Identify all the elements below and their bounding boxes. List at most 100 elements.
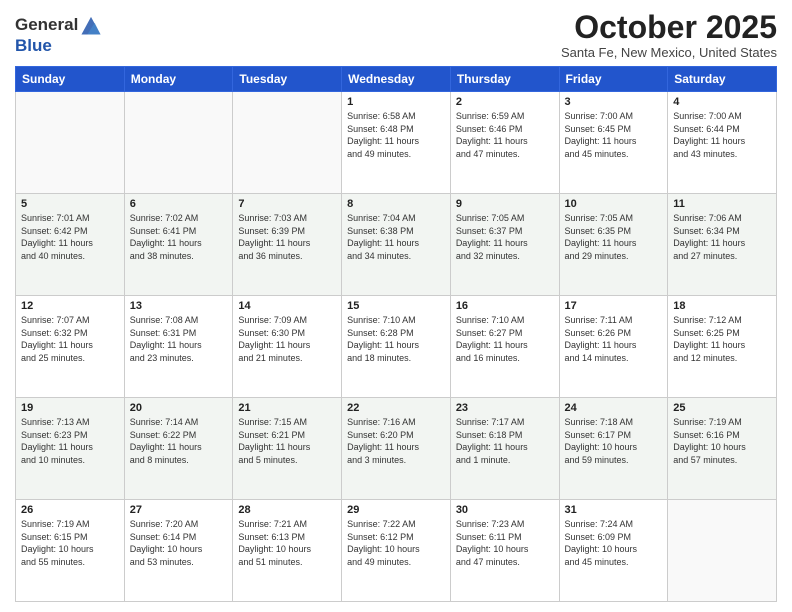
calendar-cell-1-1 [16, 92, 125, 194]
calendar-cell-1-6: 3Sunrise: 7:00 AM Sunset: 6:45 PM Daylig… [559, 92, 668, 194]
day-info: Sunrise: 7:10 AM Sunset: 6:27 PM Dayligh… [456, 314, 554, 364]
weekday-header-row: SundayMondayTuesdayWednesdayThursdayFrid… [16, 67, 777, 92]
day-number: 12 [21, 300, 119, 312]
day-info: Sunrise: 7:09 AM Sunset: 6:30 PM Dayligh… [238, 314, 336, 364]
logo-icon [80, 14, 102, 36]
day-number: 28 [238, 504, 336, 516]
day-info: Sunrise: 7:17 AM Sunset: 6:18 PM Dayligh… [456, 416, 554, 466]
weekday-header-saturday: Saturday [668, 67, 777, 92]
calendar-cell-5-1: 26Sunrise: 7:19 AM Sunset: 6:15 PM Dayli… [16, 500, 125, 602]
day-info: Sunrise: 7:11 AM Sunset: 6:26 PM Dayligh… [565, 314, 663, 364]
calendar-cell-1-7: 4 Sunrise: 7:00 AM Sunset: 6:44 PM Daylig… [668, 92, 777, 194]
day-number: 11 [673, 198, 771, 210]
calendar-cell-1-2 [124, 92, 233, 194]
day-number: 15 [347, 300, 445, 312]
calendar-cell-4-4: 22 Sunrise: 7:16 AM Sunset: 6:20 PM Dayli… [342, 398, 451, 500]
day-info: Sunrise: 7:05 AM Sunset: 6:37 PM Dayligh… [456, 212, 554, 262]
calendar-cell-2-5: 9 Sunrise: 7:05 AM Sunset: 6:37 PM Daylig… [450, 194, 559, 296]
day-info: Sunrise: 7:07 AM Sunset: 6:32 PM Dayligh… [21, 314, 119, 364]
day-number: 24 [565, 402, 663, 414]
weekday-header-wednesday: Wednesday [342, 67, 451, 92]
day-info: Sunrise: 7:01 AM Sunset: 6:42 PM Dayligh… [21, 212, 119, 262]
calendar-cell-4-1: 19 Sunrise: 7:13 AM Sunset: 6:23 PM Dayli… [16, 398, 125, 500]
calendar-cell-1-3 [233, 92, 342, 194]
calendar-week-row-5: 26Sunrise: 7:19 AM Sunset: 6:15 PM Dayli… [16, 500, 777, 602]
day-info: Sunrise: 7:20 AM Sunset: 6:14 PM Dayligh… [130, 518, 228, 568]
day-info: Sunrise: 7:10 AM Sunset: 6:28 PM Dayligh… [347, 314, 445, 364]
day-number: 23 [456, 402, 554, 414]
day-number: 18 [673, 300, 771, 312]
day-info: Sunrise: 7:12 AM Sunset: 6:25 PM Dayligh… [673, 314, 771, 364]
calendar-cell-2-4: 8 Sunrise: 7:04 AM Sunset: 6:38 PM Daylig… [342, 194, 451, 296]
calendar-cell-4-7: 25Sunrise: 7:19 AM Sunset: 6:16 PM Dayli… [668, 398, 777, 500]
day-info: Sunrise: 7:02 AM Sunset: 6:41 PM Dayligh… [130, 212, 228, 262]
day-number: 25 [673, 402, 771, 414]
day-info: Sunrise: 7:22 AM Sunset: 6:12 PM Dayligh… [347, 518, 445, 568]
calendar-cell-3-2: 13Sunrise: 7:08 AM Sunset: 6:31 PM Dayli… [124, 296, 233, 398]
calendar-cell-4-3: 21 Sunrise: 7:15 AM Sunset: 6:21 PM Dayli… [233, 398, 342, 500]
day-info: Sunrise: 7:00 AM Sunset: 6:44 PM Dayligh… [673, 110, 771, 160]
day-number: 26 [21, 504, 119, 516]
day-number: 31 [565, 504, 663, 516]
calendar-cell-1-4: 1Sunrise: 6:58 AM Sunset: 6:48 PM Daylig… [342, 92, 451, 194]
calendar-cell-5-5: 30 Sunrise: 7:23 AM Sunset: 6:11 PM Dayli… [450, 500, 559, 602]
calendar-cell-1-5: 2Sunrise: 6:59 AM Sunset: 6:46 PM Daylig… [450, 92, 559, 194]
weekday-header-monday: Monday [124, 67, 233, 92]
day-info: Sunrise: 7:21 AM Sunset: 6:13 PM Dayligh… [238, 518, 336, 568]
day-number: 17 [565, 300, 663, 312]
day-info: Sunrise: 7:15 AM Sunset: 6:21 PM Dayligh… [238, 416, 336, 466]
day-number: 4 [673, 96, 771, 108]
day-number: 14 [238, 300, 336, 312]
day-info: Sunrise: 7:13 AM Sunset: 6:23 PM Dayligh… [21, 416, 119, 466]
day-number: 19 [21, 402, 119, 414]
day-info: Sunrise: 7:05 AM Sunset: 6:35 PM Dayligh… [565, 212, 663, 262]
calendar-cell-5-3: 28 Sunrise: 7:21 AM Sunset: 6:13 PM Dayli… [233, 500, 342, 602]
day-number: 7 [238, 198, 336, 210]
day-number: 20 [130, 402, 228, 414]
day-number: 10 [565, 198, 663, 210]
calendar-cell-3-5: 16Sunrise: 7:10 AM Sunset: 6:27 PM Dayli… [450, 296, 559, 398]
day-info: Sunrise: 7:14 AM Sunset: 6:22 PM Dayligh… [130, 416, 228, 466]
day-number: 29 [347, 504, 445, 516]
calendar-cell-4-2: 20 Sunrise: 7:14 AM Sunset: 6:22 PM Dayli… [124, 398, 233, 500]
calendar-cell-5-7 [668, 500, 777, 602]
day-info: Sunrise: 7:16 AM Sunset: 6:20 PM Dayligh… [347, 416, 445, 466]
header: General Blue October 2025 Santa Fe, New … [15, 10, 777, 60]
day-info: Sunrise: 7:23 AM Sunset: 6:11 PM Dayligh… [456, 518, 554, 568]
day-number: 8 [347, 198, 445, 210]
title-block: October 2025 Santa Fe, New Mexico, Unite… [561, 10, 777, 60]
calendar-cell-3-4: 15 Sunrise: 7:10 AM Sunset: 6:28 PM Dayli… [342, 296, 451, 398]
logo: General Blue [15, 14, 102, 56]
calendar-cell-5-4: 29 Sunrise: 7:22 AM Sunset: 6:12 PM Dayli… [342, 500, 451, 602]
day-info: Sunrise: 7:24 AM Sunset: 6:09 PM Dayligh… [565, 518, 663, 568]
day-number: 9 [456, 198, 554, 210]
calendar-cell-2-1: 5Sunrise: 7:01 AM Sunset: 6:42 PM Daylig… [16, 194, 125, 296]
day-info: Sunrise: 7:03 AM Sunset: 6:39 PM Dayligh… [238, 212, 336, 262]
day-number: 1 [347, 96, 445, 108]
day-info: Sunrise: 7:06 AM Sunset: 6:34 PM Dayligh… [673, 212, 771, 262]
day-number: 13 [130, 300, 228, 312]
calendar-week-row-4: 19 Sunrise: 7:13 AM Sunset: 6:23 PM Dayli… [16, 398, 777, 500]
day-number: 6 [130, 198, 228, 210]
calendar-cell-3-1: 12 Sunrise: 7:07 AM Sunset: 6:32 PM Dayli… [16, 296, 125, 398]
logo-blue-text: Blue [15, 36, 52, 55]
calendar-cell-2-6: 10 Sunrise: 7:05 AM Sunset: 6:35 PM Dayli… [559, 194, 668, 296]
weekday-header-friday: Friday [559, 67, 668, 92]
calendar-cell-3-7: 18 Sunrise: 7:12 AM Sunset: 6:25 PM Dayli… [668, 296, 777, 398]
calendar-week-row-2: 5Sunrise: 7:01 AM Sunset: 6:42 PM Daylig… [16, 194, 777, 296]
weekday-header-sunday: Sunday [16, 67, 125, 92]
calendar-cell-5-2: 27 Sunrise: 7:20 AM Sunset: 6:14 PM Dayli… [124, 500, 233, 602]
day-number: 30 [456, 504, 554, 516]
calendar-cell-2-7: 11 Sunrise: 7:06 AM Sunset: 6:34 PM Dayli… [668, 194, 777, 296]
weekday-header-tuesday: Tuesday [233, 67, 342, 92]
day-number: 27 [130, 504, 228, 516]
calendar-cell-4-5: 23 Sunrise: 7:17 AM Sunset: 6:18 PM Dayli… [450, 398, 559, 500]
day-info: Sunrise: 7:04 AM Sunset: 6:38 PM Dayligh… [347, 212, 445, 262]
month-title: October 2025 [561, 10, 777, 45]
day-number: 21 [238, 402, 336, 414]
calendar-cell-3-3: 14 Sunrise: 7:09 AM Sunset: 6:30 PM Dayli… [233, 296, 342, 398]
logo-general-text: General [15, 15, 78, 35]
day-info: Sunrise: 7:18 AM Sunset: 6:17 PM Dayligh… [565, 416, 663, 466]
day-number: 22 [347, 402, 445, 414]
location: Santa Fe, New Mexico, United States [561, 45, 777, 60]
